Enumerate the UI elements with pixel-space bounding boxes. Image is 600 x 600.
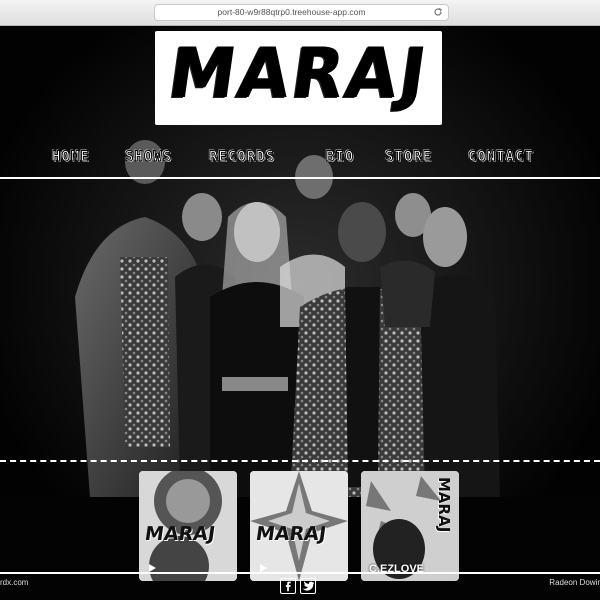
nav-divider bbox=[0, 177, 600, 179]
album-title: MARAJ bbox=[435, 477, 453, 533]
album-cover-1[interactable]: MARAJ bbox=[139, 471, 237, 581]
nav-home[interactable]: HOME bbox=[52, 149, 90, 166]
footer-left-text: rdx.com bbox=[0, 578, 29, 587]
nav-bio[interactable]: BIO bbox=[325, 149, 354, 166]
nav-records[interactable]: RECORDS bbox=[208, 149, 275, 166]
address-bar[interactable]: port-80-w9r88qtrp0.treehouse-app.com bbox=[154, 4, 449, 21]
footer-right-text: Radeon Dowir bbox=[549, 578, 600, 587]
nav-shows[interactable]: SHOWS bbox=[124, 149, 172, 166]
album-cover-2[interactable]: MARAJ bbox=[250, 471, 348, 581]
facebook-icon[interactable] bbox=[280, 578, 296, 594]
twitter-icon[interactable] bbox=[300, 578, 316, 594]
album-title: MARAJ bbox=[254, 523, 328, 545]
logo-text: MARAJ bbox=[163, 33, 434, 114]
reload-icon[interactable] bbox=[433, 7, 443, 17]
album-title: MARAJ bbox=[143, 523, 217, 545]
browser-toolbar: port-80-w9r88qtrp0.treehouse-app.com bbox=[0, 0, 600, 26]
web-page: MARAJ HOME SHOWS RECORDS BIO STORE CONTA… bbox=[0, 27, 600, 600]
nav-contact[interactable]: CONTACT bbox=[467, 149, 534, 166]
album-cover-3[interactable]: MARAJ C.EZLOVE bbox=[361, 471, 459, 581]
dashed-divider bbox=[0, 460, 600, 462]
url-text: port-80-w9r88qtrp0.treehouse-app.com bbox=[217, 7, 366, 17]
main-nav: HOME SHOWS RECORDS BIO STORE CONTACT bbox=[0, 149, 600, 171]
site-logo[interactable]: MARAJ bbox=[155, 31, 442, 125]
footer-divider bbox=[0, 572, 600, 574]
nav-store[interactable]: STORE bbox=[384, 149, 432, 166]
